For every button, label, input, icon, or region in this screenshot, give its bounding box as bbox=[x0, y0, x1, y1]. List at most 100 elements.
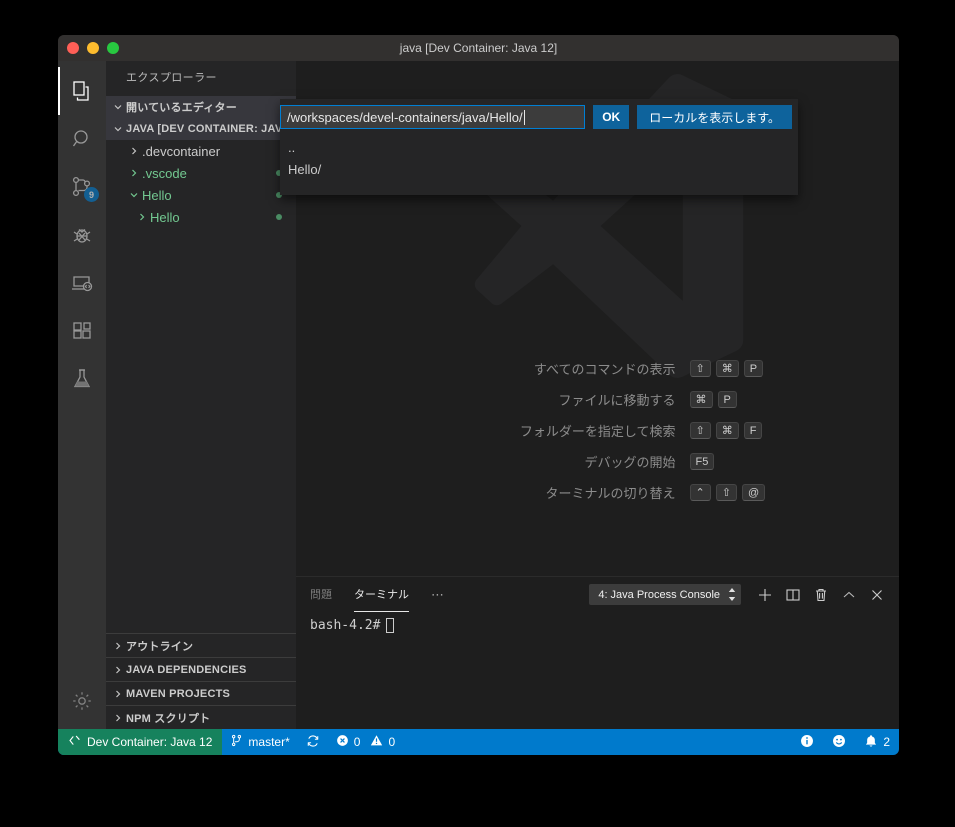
shortcut-row-show-all-commands: すべてのコマンドの表示 ⇧ ⌘ P bbox=[398, 359, 798, 378]
panel-more-button[interactable]: ⋯ bbox=[431, 587, 445, 603]
status-remote-indicator[interactable]: Dev Container: Java 12 bbox=[58, 729, 223, 755]
activity-item-search[interactable] bbox=[58, 115, 106, 163]
show-local-button[interactable]: ローカルを表示します。 bbox=[637, 105, 792, 129]
git-branch-icon bbox=[230, 734, 243, 750]
status-error-count: 0 bbox=[353, 735, 361, 749]
smiley-icon bbox=[832, 734, 846, 751]
shortcut-keys: ⇧ ⌘ F bbox=[689, 422, 798, 439]
remote-icon bbox=[68, 734, 81, 750]
activity-item-explorer[interactable] bbox=[58, 67, 106, 115]
activity-item-extensions[interactable] bbox=[58, 307, 106, 355]
activity-item-testing[interactable] bbox=[58, 355, 106, 403]
activity-item-remote-explorer[interactable] bbox=[58, 259, 106, 307]
chevron-right-icon bbox=[110, 662, 126, 678]
terminal-cursor bbox=[386, 618, 395, 633]
close-window-button[interactable] bbox=[67, 42, 79, 54]
split-terminal-button[interactable] bbox=[779, 582, 807, 608]
maximize-window-button[interactable] bbox=[107, 42, 119, 54]
section-outline-label: アウトライン bbox=[126, 640, 194, 653]
panel-header: 問題 ターミナル ⋯ 4: Java Process Console bbox=[296, 577, 899, 612]
section-open-editors-label: 開いているエディター bbox=[126, 102, 237, 114]
chevron-right-icon bbox=[126, 165, 142, 181]
shortcut-label: すべてのコマンドの表示 bbox=[533, 362, 676, 377]
chevron-right-icon bbox=[126, 143, 142, 159]
explorer-tree: 開いているエディター JAVA [DEV CONTAINER: JAVA 12]… bbox=[106, 96, 296, 633]
error-icon bbox=[336, 734, 349, 750]
key-p: P bbox=[743, 360, 764, 377]
shortcut-label: ファイルに移動する bbox=[558, 393, 676, 408]
shortcut-keys: F5 bbox=[689, 453, 798, 470]
status-remote-label: Dev Container: Java 12 bbox=[87, 735, 213, 749]
terminal-selector-value: 4: Java Process Console bbox=[598, 588, 720, 601]
key-control: ⌃ bbox=[689, 484, 711, 501]
sync-icon bbox=[306, 734, 320, 751]
info-icon bbox=[800, 734, 814, 751]
quick-input-row: /workspaces/devel-containers/java/Hello/… bbox=[280, 99, 798, 135]
key-shift: ⇧ bbox=[689, 360, 711, 377]
minimize-window-button[interactable] bbox=[87, 42, 99, 54]
activity-item-run-and-debug[interactable] bbox=[58, 211, 106, 259]
tree-row-vscode[interactable]: .vscode bbox=[106, 162, 296, 184]
path-input[interactable]: /workspaces/devel-containers/java/Hello/ bbox=[280, 105, 586, 129]
activity-item-manage[interactable] bbox=[58, 677, 106, 725]
activity-item-source-control[interactable]: 9 bbox=[58, 163, 106, 211]
status-feedback-button[interactable] bbox=[823, 729, 855, 755]
maximize-panel-button[interactable] bbox=[835, 582, 863, 608]
shortcut-row-go-to-file: ファイルに移動する ⌘ P bbox=[398, 390, 798, 409]
tree-row-label: Hello bbox=[150, 209, 180, 225]
key-cmd: ⌘ bbox=[715, 422, 739, 439]
chevron-right-icon bbox=[110, 638, 126, 654]
tree-row-label: Hello bbox=[142, 187, 172, 203]
shortcut-label: ターミナルの切り替え bbox=[545, 486, 676, 501]
section-npm-scripts-label: NPM スクリプト bbox=[126, 712, 211, 725]
chevron-down-icon bbox=[110, 121, 126, 137]
tree-row-hello[interactable]: Hello bbox=[106, 184, 296, 206]
text-cursor bbox=[523, 109, 525, 125]
shortcut-list: すべてのコマンドの表示 ⇧ ⌘ P ファイルに移動する ⌘ P フォルダーを指定… bbox=[296, 359, 899, 502]
status-branch[interactable]: master* bbox=[222, 729, 297, 755]
shortcut-row-find-in-folder: フォルダーを指定して検索 ⇧ ⌘ F bbox=[398, 421, 798, 440]
search-icon bbox=[70, 127, 94, 151]
section-workspace-label: JAVA [DEV CONTAINER: JAVA 12] bbox=[126, 123, 296, 135]
quick-list-item-parent[interactable]: .. bbox=[280, 137, 798, 159]
section-npm-scripts[interactable]: NPM スクリプト bbox=[106, 705, 296, 729]
remote-explorer-icon bbox=[70, 271, 94, 295]
section-open-editors[interactable]: 開いているエディター bbox=[106, 96, 296, 118]
shortcut-row-start-debugging: デバッグの開始 F5 bbox=[398, 452, 798, 471]
status-problems[interactable]: 0 0 bbox=[328, 729, 403, 755]
chevron-right-icon bbox=[134, 209, 150, 225]
ok-button[interactable]: OK bbox=[593, 105, 630, 129]
new-terminal-button[interactable] bbox=[751, 582, 779, 608]
terminal-output[interactable]: bash-4.2# bbox=[296, 612, 899, 633]
key-f5: F5 bbox=[689, 453, 715, 470]
key-at: @ bbox=[741, 484, 766, 501]
section-maven-projects[interactable]: MAVEN PROJECTS bbox=[106, 681, 296, 705]
terminal-selector[interactable]: 4: Java Process Console bbox=[589, 584, 741, 605]
section-workspace[interactable]: JAVA [DEV CONTAINER: JAVA 12] bbox=[106, 118, 296, 140]
close-panel-button[interactable] bbox=[863, 582, 891, 608]
status-bar: Dev Container: Java 12 master* 0 0 2 bbox=[58, 729, 899, 755]
activity-bar: 9 bbox=[58, 61, 106, 729]
shortcut-keys: ⇧ ⌘ P bbox=[689, 360, 798, 377]
shortcut-keys: ⌘ P bbox=[689, 391, 798, 408]
section-java-dependencies[interactable]: JAVA DEPENDENCIES bbox=[106, 657, 296, 681]
tree-row-devcontainer[interactable]: .devcontainer bbox=[106, 140, 296, 162]
window-controls bbox=[58, 42, 119, 54]
status-info-button[interactable] bbox=[791, 729, 823, 755]
sidebar-bottom-sections: アウトライン JAVA DEPENDENCIES MAVEN PROJECTS bbox=[106, 633, 296, 729]
tab-problems[interactable]: 問題 bbox=[310, 578, 332, 612]
status-notifications-button[interactable]: 2 bbox=[855, 729, 899, 755]
bell-icon bbox=[864, 734, 878, 751]
kill-terminal-button[interactable] bbox=[807, 582, 835, 608]
terminal-prompt: bash-4.2# bbox=[310, 618, 381, 633]
chevron-right-icon bbox=[110, 686, 126, 702]
path-input-value: /workspaces/devel-containers/java/Hello/ bbox=[287, 109, 523, 125]
section-maven-projects-label: MAVEN PROJECTS bbox=[126, 687, 231, 700]
tree-row-label: .devcontainer bbox=[142, 143, 221, 159]
tree-row-hello-nested[interactable]: Hello bbox=[106, 206, 296, 228]
quick-list-item-hello[interactable]: Hello/ bbox=[280, 159, 798, 181]
section-outline[interactable]: アウトライン bbox=[106, 633, 296, 657]
status-sync-button[interactable] bbox=[298, 729, 328, 755]
tab-terminal[interactable]: ターミナル bbox=[354, 578, 409, 612]
status-warning-count: 0 bbox=[388, 735, 396, 749]
